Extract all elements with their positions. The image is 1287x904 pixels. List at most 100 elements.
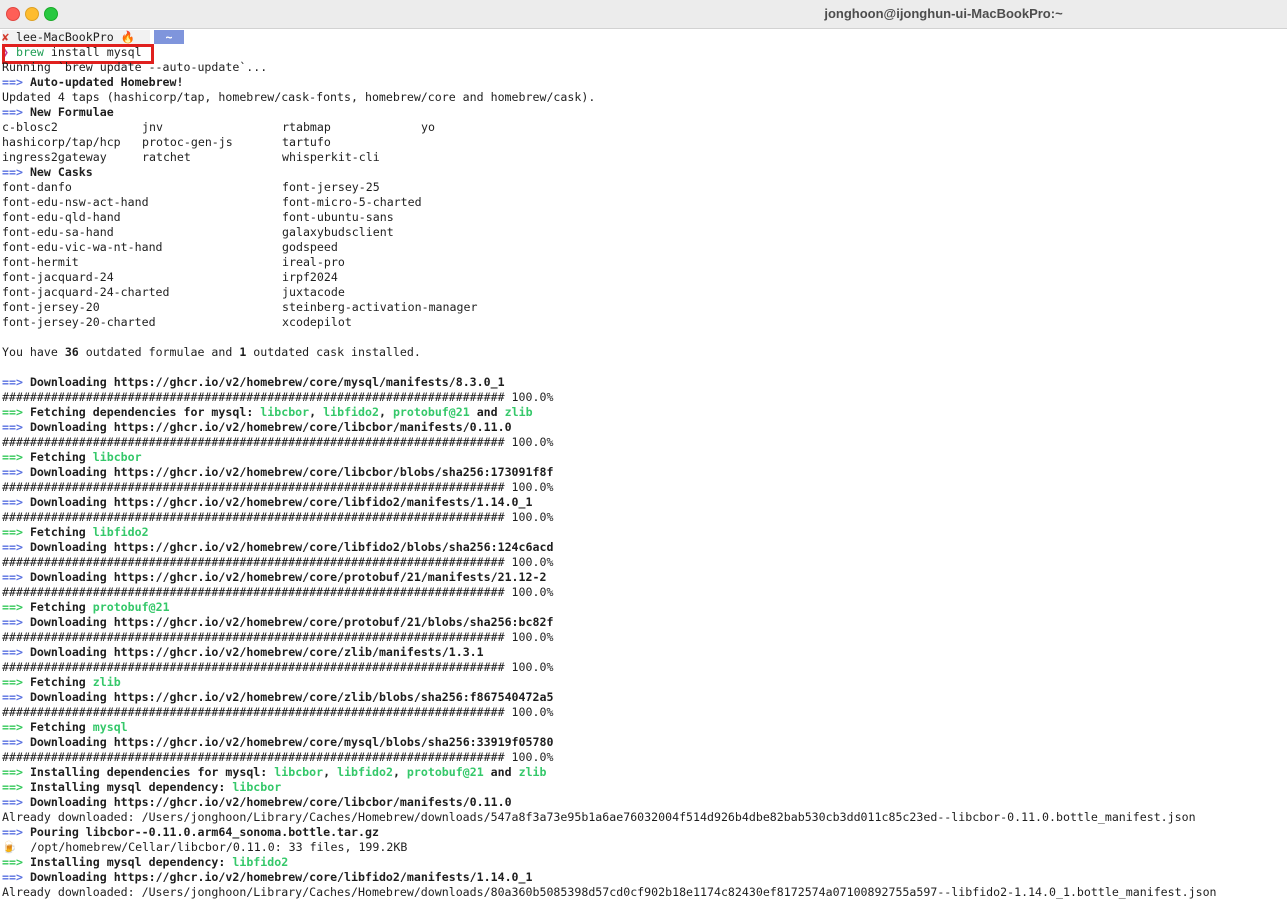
formula-name: protoc-gen-js	[142, 135, 233, 149]
log-text: Downloading https://ghcr.io/v2/homebrew/…	[29, 420, 512, 434]
cask-name: font-micro-5-charted	[282, 195, 422, 209]
terminal-output[interactable]: ✘ lee-MacBookPro 🔥 ~ ❯ brew install mysq…	[0, 30, 1287, 904]
arrow-icon: ==>	[2, 675, 23, 689]
cask-name: font-hermit	[2, 255, 79, 269]
output-line: ==> Auto-updated Homebrew!	[2, 75, 184, 90]
cask-name: irpf2024	[282, 270, 338, 284]
log-line: 🍺 /opt/homebrew/Cellar/libcbor/0.11.0: 3…	[2, 840, 408, 854]
cask-name: font-edu-qld-hand	[2, 210, 121, 224]
log-line: ==> Installing dependencies for mysql: l…	[2, 765, 547, 780]
progress-bar: ########################################…	[2, 555, 512, 569]
log-line: ==> Downloading https://ghcr.io/v2/homeb…	[2, 570, 546, 585]
log-line: ==> Downloading https://ghcr.io/v2/homeb…	[2, 645, 484, 660]
log-text: ,	[309, 405, 324, 419]
heading-text: Auto-updated Homebrew!	[29, 75, 184, 89]
log-line: ==> Fetching libcbor	[2, 450, 142, 465]
package-name: libcbor	[232, 780, 282, 794]
package-name: protobuf@21	[392, 405, 470, 419]
progress-bar: ########################################…	[2, 750, 512, 764]
progress-line: ########################################…	[2, 555, 553, 570]
log-line: ==> Fetching protobuf@21	[2, 600, 170, 615]
package-name: libfido2	[337, 765, 393, 779]
prompt-host: lee-MacBookPro	[15, 30, 114, 44]
outdated-text: You have	[2, 345, 65, 359]
outdated-text: outdated formulae and	[78, 345, 240, 359]
formula-name: jnv	[142, 120, 163, 134]
arrow-icon: ==>	[2, 540, 23, 554]
log-line: ==> Downloading https://ghcr.io/v2/homeb…	[2, 375, 505, 390]
formula-name: hashicorp/tap/hcp	[2, 135, 121, 149]
log-text: Fetching dependencies for mysql:	[29, 405, 261, 419]
progress-bar: ########################################…	[2, 435, 512, 449]
log-line: ==> Fetching mysql	[2, 720, 128, 735]
progress-percent: 100.0%	[511, 510, 554, 524]
cask-name: font-jersey-20-charted	[2, 315, 156, 329]
log-text: ,	[378, 405, 393, 419]
zoom-window-button[interactable]	[44, 7, 58, 21]
log-text: Downloading https://ghcr.io/v2/homebrew/…	[29, 375, 505, 389]
log-text: Installing dependencies for mysql:	[29, 765, 275, 779]
arrow-icon: ==>	[2, 855, 23, 869]
package-name: libcbor	[260, 405, 310, 419]
log-text: and	[469, 405, 505, 419]
formula-name: whisperkit-cli	[282, 150, 380, 164]
arrow-icon: ==>	[2, 600, 23, 614]
log-text: Fetching	[29, 720, 93, 734]
cask-name: font-edu-vic-wa-nt-hand	[2, 240, 163, 254]
progress-bar: ########################################…	[2, 660, 512, 674]
log-line: ==> Fetching dependencies for mysql: lib…	[2, 405, 533, 420]
cask-name: font-edu-sa-hand	[2, 225, 114, 239]
outdated-line: You have 36 outdated formulae and 1 outd…	[2, 345, 421, 360]
progress-bar: ########################################…	[2, 510, 512, 524]
formula-name: yo	[421, 120, 435, 134]
minimize-window-button[interactable]	[25, 7, 39, 21]
log-line: ==> Pouring libcbor--0.11.0.arm64_sonoma…	[2, 825, 379, 840]
arrow-icon: ==>	[2, 450, 23, 464]
arrow-icon: ==>	[2, 375, 23, 389]
arrow-icon: ==>	[2, 525, 23, 539]
progress-bar: ########################################…	[2, 705, 512, 719]
cask-name: font-jacquard-24-charted	[2, 285, 170, 299]
arrow-icon: ==>	[2, 405, 23, 419]
arrow-icon: ==>	[2, 645, 23, 659]
log-line: ==> Downloading https://ghcr.io/v2/homeb…	[2, 870, 533, 885]
cask-name: font-danfo	[2, 180, 72, 194]
package-name: libfido2	[92, 525, 149, 539]
arrow-icon: ==>	[2, 570, 23, 584]
arrow-icon: ==>	[2, 795, 23, 809]
progress-percent: 100.0%	[511, 390, 554, 404]
prompt-line: ✘ lee-MacBookPro 🔥 ~	[2, 30, 184, 45]
log-line: ==> Downloading https://ghcr.io/v2/homeb…	[2, 420, 512, 435]
cask-name: font-edu-nsw-act-hand	[2, 195, 149, 209]
cask-name: galaxybudsclient	[282, 225, 394, 239]
log-line: ==> Downloading https://ghcr.io/v2/homeb…	[2, 690, 553, 705]
cask-name: font-ubuntu-sans	[282, 210, 394, 224]
log-text: Downloading https://ghcr.io/v2/homebrew/…	[29, 690, 554, 704]
output-line: ==> New Casks	[2, 165, 93, 180]
log-line: ==> Downloading https://ghcr.io/v2/homeb…	[2, 795, 512, 810]
log-line: ==> Downloading https://ghcr.io/v2/homeb…	[2, 735, 553, 750]
progress-percent: 100.0%	[511, 435, 554, 449]
outdated-formulae-count: 36	[64, 345, 79, 359]
progress-percent: 100.0%	[511, 705, 554, 719]
arrow-icon: ==>	[2, 105, 23, 119]
log-text: Downloading https://ghcr.io/v2/homebrew/…	[29, 495, 533, 509]
close-window-button[interactable]	[6, 7, 20, 21]
arrow-icon: ==>	[2, 465, 23, 479]
heading-text: New Casks	[29, 165, 93, 179]
log-text: Fetching	[29, 450, 93, 464]
log-text: Installing mysql dependency:	[29, 780, 233, 794]
progress-bar: ########################################…	[2, 390, 512, 404]
log-text: Downloading https://ghcr.io/v2/homebrew/…	[29, 795, 512, 809]
progress-percent: 100.0%	[511, 555, 554, 569]
cask-name: godspeed	[282, 240, 338, 254]
log-text: Downloading https://ghcr.io/v2/homebrew/…	[29, 570, 547, 584]
package-name: mysql	[92, 720, 128, 734]
log-text: Downloading https://ghcr.io/v2/homebrew/…	[29, 735, 554, 749]
arrow-icon: ==>	[2, 825, 23, 839]
arrow-icon: ==>	[2, 495, 23, 509]
log-line: Already downloaded: /Users/jonghoon/Libr…	[2, 810, 1196, 824]
formula-name: c-blosc2	[2, 120, 58, 134]
package-name: protobuf@21	[406, 765, 484, 779]
log-text: Fetching	[29, 525, 93, 539]
